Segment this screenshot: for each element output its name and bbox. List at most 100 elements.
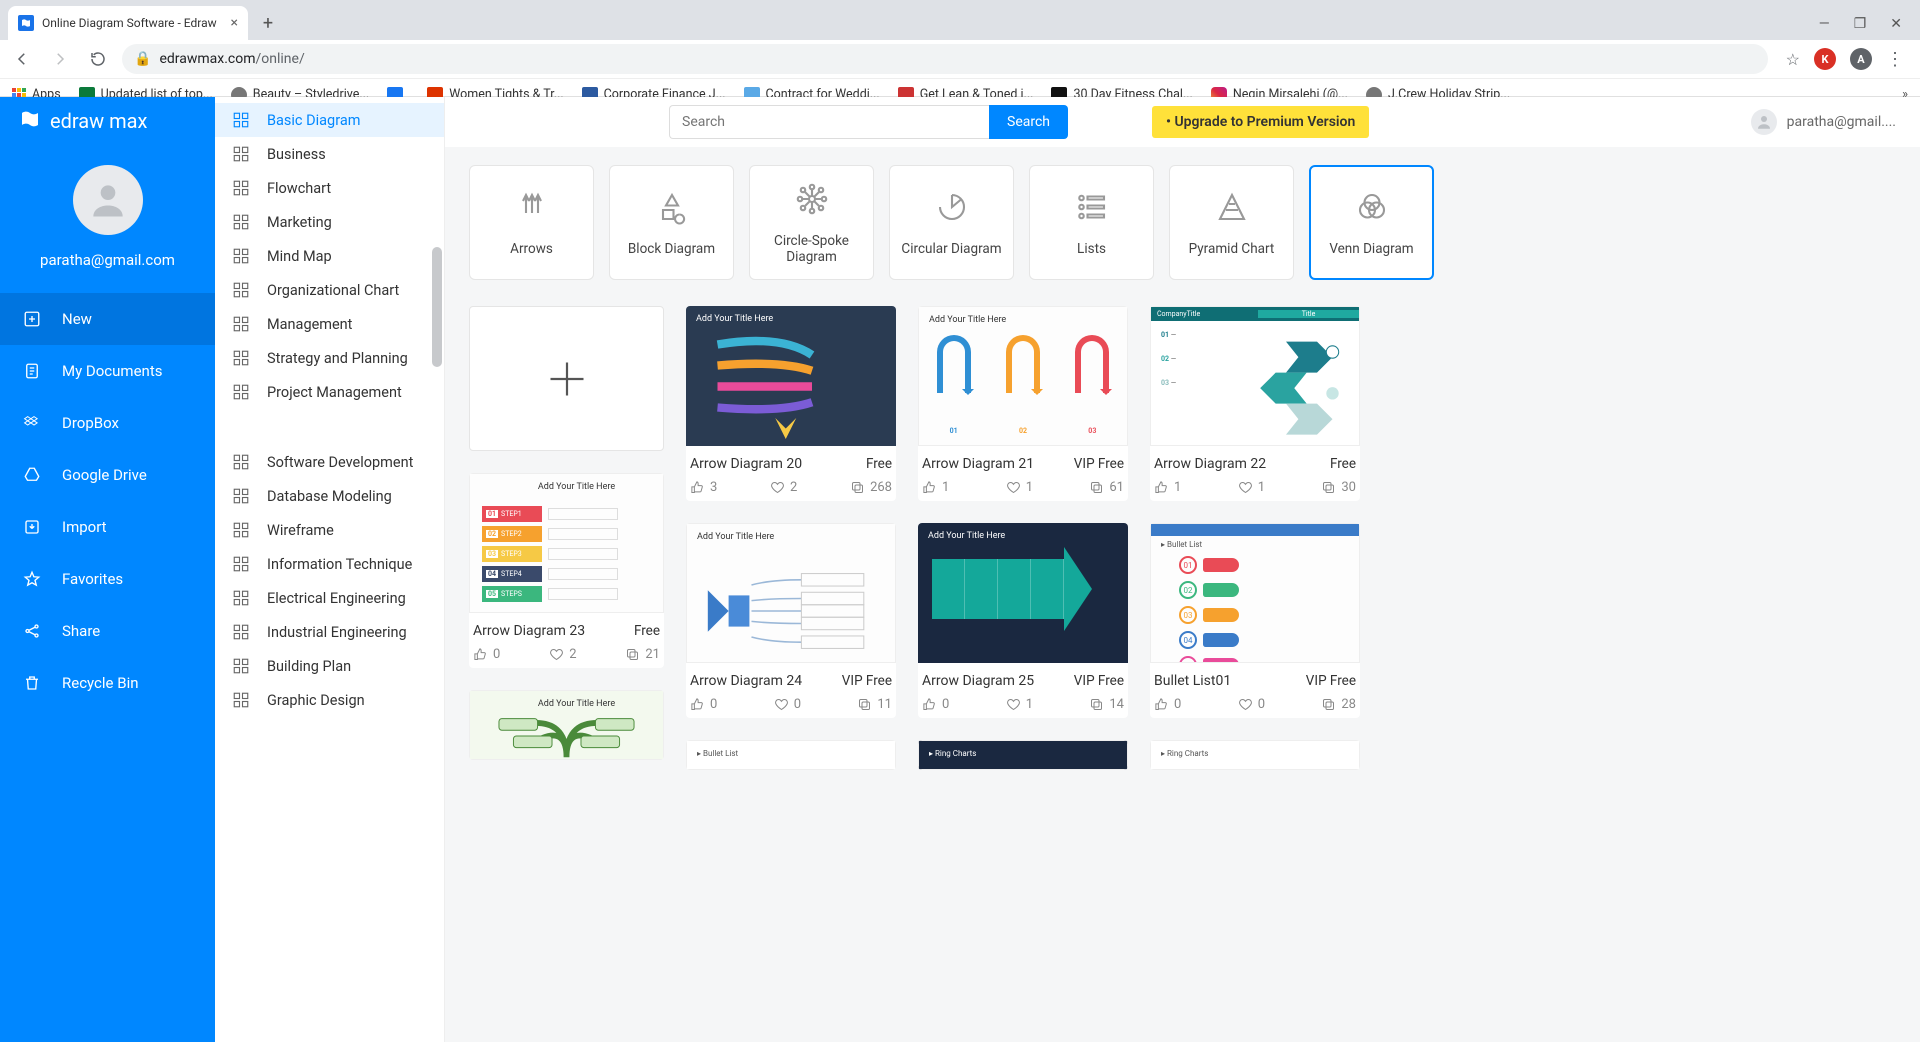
likes-stat[interactable]: 0 — [1154, 697, 1181, 712]
copies-stat[interactable]: 11 — [857, 697, 892, 712]
template-card-peek[interactable]: ▸ Bullet List — [686, 740, 896, 770]
plus-square-icon — [22, 310, 42, 328]
category-organizational-chart[interactable]: Organizational Chart — [215, 273, 444, 307]
user-menu[interactable]: paratha@gmail.... — [1751, 109, 1896, 135]
favs-stat[interactable]: 0 — [774, 697, 801, 712]
copy-icon — [625, 647, 640, 662]
browser-menu-icon[interactable]: ⋮ — [1886, 49, 1904, 70]
type-block-diagram[interactable]: Block Diagram — [609, 165, 734, 280]
tab-favicon-icon — [18, 15, 34, 31]
category-management[interactable]: Management — [215, 307, 444, 341]
category-strategy-and-planning[interactable]: Strategy and Planning — [215, 341, 444, 375]
bookmark-star-icon[interactable]: ☆ — [1786, 50, 1800, 69]
new-blank-template[interactable] — [469, 306, 664, 451]
copies-stat[interactable]: 21 — [625, 647, 660, 662]
url-input[interactable]: 🔒 edrawmax.com/online/ — [122, 44, 1768, 74]
nav-item-google-drive[interactable]: Google Drive — [0, 449, 215, 501]
app-logo[interactable]: edraw max — [0, 97, 215, 145]
category-flowchart[interactable]: Flowchart — [215, 171, 444, 205]
category-mind-map[interactable]: Mind Map — [215, 239, 444, 273]
maximize-icon[interactable]: ❐ — [1854, 16, 1867, 32]
copies-stat[interactable]: 268 — [850, 480, 892, 495]
favs-stat[interactable]: 1 — [1006, 480, 1033, 495]
favs-stat[interactable]: 2 — [770, 480, 797, 495]
type-lists[interactable]: Lists — [1029, 165, 1154, 280]
category-project-management[interactable]: Project Management — [215, 375, 444, 409]
back-button[interactable] — [8, 45, 36, 73]
nav-item-dropbox[interactable]: DropBox — [0, 397, 215, 449]
template-card[interactable]: CompanyTitleTitle 01 — 02 — 03 — Arrow D… — [1150, 306, 1360, 501]
type-circular-diagram[interactable]: Circular Diagram — [889, 165, 1014, 280]
type-pyramid-chart[interactable]: Pyramid Chart — [1169, 165, 1294, 280]
nav-item-my-documents[interactable]: My Documents — [0, 345, 215, 397]
copies-stat[interactable]: 14 — [1089, 697, 1124, 712]
likes-stat[interactable]: 0 — [690, 697, 717, 712]
category-marketing[interactable]: Marketing — [215, 205, 444, 239]
nav-item-share[interactable]: Share — [0, 605, 215, 657]
type-venn-diagram[interactable]: Venn Diagram — [1309, 165, 1434, 280]
category-wireframe[interactable]: Wireframe — [215, 513, 444, 547]
upgrade-button[interactable]: Upgrade to Premium Version — [1152, 106, 1369, 138]
nav-item-label: Import — [62, 518, 107, 536]
gdrive-icon — [22, 466, 42, 484]
new-tab-button[interactable]: + — [254, 9, 282, 37]
template-price: VIP Free — [1306, 673, 1356, 689]
template-card-peek[interactable]: ▸ Ring Charts — [1150, 740, 1360, 770]
template-card[interactable]: Add Your Title Here Arrow Diagram 24VIP … — [686, 523, 896, 718]
category-building-plan[interactable]: Building Plan — [215, 649, 444, 683]
category-basic-diagram[interactable]: Basic Diagram — [215, 103, 444, 137]
template-name: Arrow Diagram 23 — [473, 623, 585, 639]
category-label: Management — [267, 316, 352, 333]
category-graphic-design[interactable]: Graphic Design — [215, 683, 444, 717]
template-card[interactable]: Add Your Title Here 010203 Arrow Diagram… — [918, 306, 1128, 501]
category-electrical-engineering[interactable]: Electrical Engineering — [215, 581, 444, 615]
favs-stat[interactable]: 1 — [1006, 697, 1033, 712]
likes-stat[interactable]: 1 — [922, 480, 949, 495]
browser-tab[interactable]: Online Diagram Software - Edraw × — [8, 6, 248, 40]
scrollbar-thumb[interactable] — [432, 247, 442, 367]
avatar[interactable] — [73, 165, 143, 235]
close-window-icon[interactable]: ✕ — [1890, 16, 1902, 32]
likes-stat[interactable]: 0 — [922, 697, 949, 712]
category-database-modeling[interactable]: Database Modeling — [215, 479, 444, 513]
template-card-peek[interactable]: Add Your Title Here — [469, 690, 664, 760]
category-industrial-engineering[interactable]: Industrial Engineering — [215, 615, 444, 649]
category-icon — [231, 453, 251, 471]
template-card[interactable]: Add Your Title Here01STEP102STEP203STEP3… — [469, 473, 664, 668]
extension-k-icon[interactable]: K — [1814, 48, 1836, 70]
favs-stat[interactable]: 1 — [1238, 480, 1265, 495]
favs-stat[interactable]: 0 — [1238, 697, 1265, 712]
template-card[interactable]: Add Your Title Here Arrow Diagram 20Free… — [686, 306, 896, 501]
search-button[interactable]: Search — [989, 105, 1068, 139]
template-card[interactable]: ▸ Bullet List0102030405 Bullet List01VIP… — [1150, 523, 1360, 718]
category-software-development[interactable]: Software Development — [215, 445, 444, 479]
likes-stat[interactable]: 1 — [1154, 480, 1181, 495]
template-card-peek[interactable]: ▸ Ring Charts — [918, 740, 1128, 770]
close-icon[interactable]: × — [231, 15, 238, 31]
profile-avatar-icon[interactable]: A — [1850, 48, 1872, 70]
type-icon — [934, 189, 970, 229]
template-card[interactable]: Add Your Title Here Arrow Diagram 25VIP … — [918, 523, 1128, 718]
search-input[interactable] — [669, 105, 989, 139]
type-arrows[interactable]: Arrows — [469, 165, 594, 280]
category-business[interactable]: Business — [215, 137, 444, 171]
template-price: Free — [866, 456, 892, 472]
forward-button[interactable] — [46, 45, 74, 73]
category-icon — [231, 281, 251, 299]
copies-stat[interactable]: 28 — [1321, 697, 1356, 712]
nav-item-new[interactable]: New — [0, 293, 215, 345]
category-icon — [231, 349, 251, 367]
favs-stat[interactable]: 2 — [549, 647, 576, 662]
copies-stat[interactable]: 30 — [1321, 480, 1356, 495]
likes-stat[interactable]: 0 — [473, 647, 500, 662]
copies-stat[interactable]: 61 — [1089, 480, 1124, 495]
nav-item-recycle-bin[interactable]: Recycle Bin — [0, 657, 215, 709]
type-circle-spoke-diagram[interactable]: Circle-Spoke Diagram — [749, 165, 874, 280]
category-information-technique[interactable]: Information Technique — [215, 547, 444, 581]
likes-stat[interactable]: 3 — [690, 480, 717, 495]
minimize-icon[interactable]: — — [1819, 16, 1830, 32]
reload-button[interactable] — [84, 45, 112, 73]
nav-item-favorites[interactable]: Favorites — [0, 553, 215, 605]
nav-item-import[interactable]: Import — [0, 501, 215, 553]
category-label: Strategy and Planning — [267, 350, 408, 367]
